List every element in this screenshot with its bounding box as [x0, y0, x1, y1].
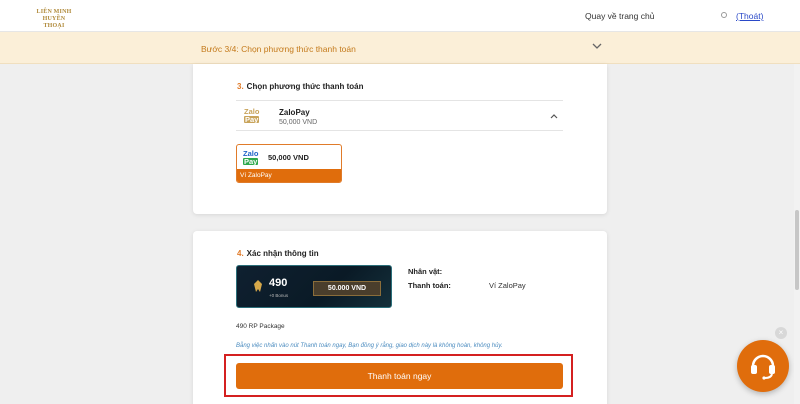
package-price: 50.000 VND: [313, 281, 381, 296]
user-icon: [721, 12, 727, 18]
home-link[interactable]: Quay về trang chủ: [585, 11, 654, 21]
headset-icon: [751, 354, 775, 380]
payment-method-name[interactable]: ZaloPay: [279, 108, 310, 117]
payment-value: Ví ZaloPay: [489, 281, 526, 290]
logo-bottom: Pay: [244, 114, 260, 124]
logo-line-1: LIÊN MINH: [36, 9, 72, 15]
character-label: Nhân vật:: [408, 267, 443, 276]
wallet-option-zalopay[interactable]: Zalo Pay 50,000 VND Ví ZaloPay: [236, 144, 342, 183]
step-text: Bước 3/4: Chọn phương thức thanh toán: [201, 44, 356, 54]
logout-link[interactable]: (Thoát): [736, 11, 763, 21]
close-icon[interactable]: ×: [775, 327, 787, 339]
section-number: 4.: [237, 249, 244, 258]
step-indicator[interactable]: Bước 3/4: Chọn phương thức thanh toán: [0, 32, 800, 64]
section-title-payment: 3. Chọn phương thức thanh toán: [237, 82, 363, 91]
rp-package-card: 490 +0 Bonus 50.000 VND: [236, 265, 392, 308]
disclaimer-text: Bằng việc nhấn vào nút Thanh toán ngay, …: [236, 343, 503, 349]
rp-bonus: +0 Bonus: [269, 293, 289, 298]
zalopay-logo: Zalo Pay: [244, 108, 262, 126]
divider: [236, 100, 563, 101]
chevron-down-icon[interactable]: [592, 42, 602, 52]
pay-now-button[interactable]: Thanh toán ngay: [236, 363, 563, 389]
logo-line-2: HUYỀN THOẠI: [42, 16, 66, 29]
payment-label: Thanh toán:: [408, 281, 451, 290]
wallet-label: Ví ZaloPay: [237, 169, 341, 182]
support-button[interactable]: [737, 340, 789, 392]
top-bar: LIÊN MINH HUYỀN THOẠI Quay về trang chủ …: [0, 0, 800, 32]
game-logo[interactable]: LIÊN MINH HUYỀN THOẠI: [32, 9, 76, 29]
section-title-text: Chọn phương thức thanh toán: [246, 82, 364, 91]
divider: [236, 130, 563, 131]
chevron-up-icon[interactable]: [550, 112, 558, 121]
section-title-confirm: 4. Xác nhận thông tin: [237, 249, 319, 258]
wallet-price: 50,000 VND: [268, 153, 309, 162]
rp-amount: 490: [269, 277, 288, 289]
scrollbar-thumb[interactable]: [795, 210, 799, 290]
logo-bottom: Pay: [243, 156, 259, 166]
rp-icon: [253, 280, 263, 292]
payment-method-price: 50,000 VND: [279, 119, 318, 126]
package-name: 490 RP Package: [236, 323, 285, 330]
section-title-text: Xác nhận thông tin: [246, 249, 319, 258]
section-number: 3.: [237, 82, 244, 91]
zalopay-logo: Zalo Pay: [243, 150, 259, 168]
